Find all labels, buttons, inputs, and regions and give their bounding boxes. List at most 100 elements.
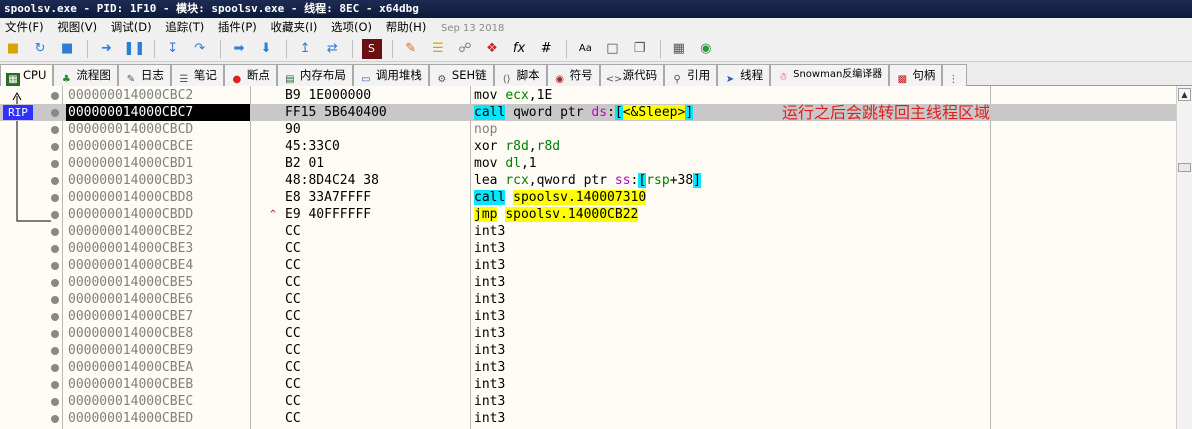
disasm-row[interactable]: 000000014000CBEC CC int3 [0, 393, 1176, 410]
tab-breakpoints[interactable]: ● 断点 [223, 64, 277, 86]
call-stack-icon: ▭ [361, 74, 371, 85]
open-icon[interactable]: ■ [3, 39, 23, 59]
breakpoint-dot-icon[interactable] [51, 109, 59, 117]
scroll-up-icon[interactable]: ▲ [1178, 88, 1191, 101]
run-to-ret-icon[interactable]: ⇄ [322, 39, 342, 59]
menu-trace[interactable]: 追踪(T) [160, 18, 209, 36]
menu-plugins[interactable]: 插件(P) [213, 18, 262, 36]
tab-handles[interactable]: ▩ 句柄 [889, 64, 943, 86]
disasm-row[interactable]: 000000014000CBE2 CC int3 [0, 223, 1176, 240]
strings-icon[interactable]: □ [602, 39, 622, 59]
disasm-row[interactable]: 000000014000CBE3 CC int3 [0, 240, 1176, 257]
tab-source[interactable]: <>源代码 [599, 64, 665, 86]
tab-graph[interactable]: ♣ 流程图 [53, 64, 118, 86]
trace-into-icon[interactable]: ➡ [229, 39, 249, 59]
breakpoint-dot-icon[interactable] [51, 228, 59, 236]
tab-notes[interactable]: ☰ 笔记 [170, 64, 224, 86]
menu-help[interactable]: 帮助(H) [381, 18, 432, 36]
instruction-cell: int3 [474, 224, 506, 239]
tab-cpu[interactable]: ▦ CPU [0, 64, 54, 87]
labels-icon[interactable]: ☍ [455, 39, 475, 59]
menu-view[interactable]: 视图(V) [52, 18, 102, 36]
breakpoint-dot-icon[interactable] [51, 92, 59, 100]
font-icon[interactable]: Aa [575, 39, 595, 59]
functions-icon[interactable]: fx [509, 39, 529, 59]
breakpoint-dot-icon[interactable] [51, 177, 59, 185]
breakpoint-dot-icon[interactable] [51, 262, 59, 270]
tab-label: 线程 [740, 68, 764, 82]
tab-seh[interactable]: ⚙ SEH链 [428, 64, 494, 86]
patch-icon[interactable]: ✎ [401, 39, 421, 59]
breakpoint-dot-icon[interactable] [51, 160, 59, 168]
disasm-row[interactable]: 000000014000CBCE 45:33C0 xor r8d,r8d [0, 138, 1176, 155]
menu-options[interactable]: 选项(O) [326, 18, 377, 36]
disasm-row[interactable]: 000000014000CBC7 FF15 5B640400 call qword … [0, 104, 1176, 121]
tab-script[interactable]: ⟨⟩ 脚本 [493, 64, 547, 86]
disasm-row[interactable]: 000000014000CBEB CC int3 [0, 376, 1176, 393]
disassembly-view[interactable]: 000000014000CBC2 B9 1E000000 mov ecx,1E 000… [0, 86, 1176, 429]
address-cell: 000000014000CBE9 [68, 343, 194, 358]
breakpoint-dot-icon[interactable] [51, 364, 59, 372]
disasm-row[interactable]: 000000014000CBC2 B9 1E000000 mov ecx,1E [0, 87, 1176, 104]
references-icon: ⚲ [673, 74, 681, 85]
disasm-row[interactable]: 000000014000CBE7 CC int3 [0, 308, 1176, 325]
vertical-scrollbar[interactable]: ▲ [1176, 86, 1192, 429]
breakpoint-dot-icon[interactable] [51, 398, 59, 406]
breakpoint-dot-icon[interactable] [51, 143, 59, 151]
run-icon[interactable]: ➜ [96, 39, 116, 59]
step-into-icon[interactable]: ↧ [163, 39, 183, 59]
copy-icon[interactable]: ❐ [630, 39, 650, 59]
menu-favourites[interactable]: 收藏夹(I) [265, 18, 322, 36]
breakpoint-dot-icon[interactable] [51, 330, 59, 338]
breakpoint-dot-icon[interactable] [51, 296, 59, 304]
bookmarks-icon[interactable]: ❖ [482, 39, 502, 59]
tab-references[interactable]: ⚲ 引用 [664, 64, 718, 86]
pause-icon[interactable]: ❚❚ [123, 39, 145, 59]
breakpoint-dot-icon[interactable] [51, 245, 59, 253]
breakpoint-dot-icon[interactable] [51, 381, 59, 389]
breakpoint-dot-icon[interactable] [51, 313, 59, 321]
breakpoint-dot-icon[interactable] [51, 347, 59, 355]
tab-memory-map[interactable]: ▤ 内存布局 [276, 64, 353, 86]
breakpoint-dot-icon[interactable] [51, 211, 59, 219]
hash-icon[interactable]: # [536, 39, 556, 59]
disasm-row[interactable]: 000000014000CBE4 CC int3 [0, 257, 1176, 274]
breakpoint-dot-icon[interactable] [51, 126, 59, 134]
menu-debug[interactable]: 调试(D) [106, 18, 157, 36]
globe-icon[interactable]: ◉ [696, 39, 716, 59]
disasm-row[interactable]: 000000014000CBD3 48:8D4C24 38 lea rcx,qwor… [0, 172, 1176, 189]
tab-overflow[interactable]: ⋮ [942, 64, 968, 86]
breakpoint-dot-icon[interactable] [51, 194, 59, 202]
tab-symbols[interactable]: ◉ 符号 [546, 64, 600, 86]
tab-label: CPU [23, 68, 47, 82]
tab-threads[interactable]: ➤ 线程 [717, 64, 771, 86]
tab-snowman[interactable]: ☃ Snowman反编译器 [770, 64, 890, 86]
disasm-row[interactable]: 000000014000CBDD ^ E9 40FFFFFF jmp spoolsv.… [0, 206, 1176, 223]
disasm-row[interactable]: 000000014000CBED CC int3 [0, 410, 1176, 427]
disasm-row[interactable]: 000000014000CBEA CC int3 [0, 359, 1176, 376]
breakpoint-dot-icon[interactable] [51, 279, 59, 287]
scroll-thumb[interactable] [1178, 163, 1191, 172]
step-over-icon[interactable]: ↷ [190, 39, 210, 59]
tab-log[interactable]: ✎ 日志 [117, 64, 171, 86]
disasm-row[interactable]: 000000014000CBD8 E8 33A7FFFF call spoolsv.… [0, 189, 1176, 206]
run-to-user-icon[interactable]: ↥ [295, 39, 315, 59]
instruction-cell: mov dl,1 [474, 156, 537, 171]
disasm-row[interactable]: 000000014000CBCD 90 nop [0, 121, 1176, 138]
disasm-row[interactable]: 000000014000CBE6 CC int3 [0, 291, 1176, 308]
script-icon[interactable]: S [361, 39, 382, 59]
stop-icon[interactable]: ■ [57, 39, 77, 59]
restart-icon[interactable]: ↻ [30, 39, 50, 59]
disasm-row[interactable]: 000000014000CBE5 CC int3 [0, 274, 1176, 291]
menu-file[interactable]: 文件(F) [0, 18, 49, 36]
disasm-row[interactable]: 000000014000CBE9 CC int3 [0, 342, 1176, 359]
calculator-icon[interactable]: ▦ [669, 39, 689, 59]
trace-over-icon[interactable]: ⬇ [256, 39, 276, 59]
bytes-cell: CC [285, 411, 301, 426]
threads-icon: ➤ [725, 74, 735, 85]
breakpoint-dot-icon[interactable] [51, 415, 59, 423]
disasm-row[interactable]: 000000014000CBD1 B2 01 mov dl,1 [0, 155, 1176, 172]
disasm-row[interactable]: 000000014000CBE8 CC int3 [0, 325, 1176, 342]
tab-call-stack[interactable]: ▭ 调用堆栈 [352, 64, 429, 86]
comments-icon[interactable]: ☰ [428, 39, 448, 59]
